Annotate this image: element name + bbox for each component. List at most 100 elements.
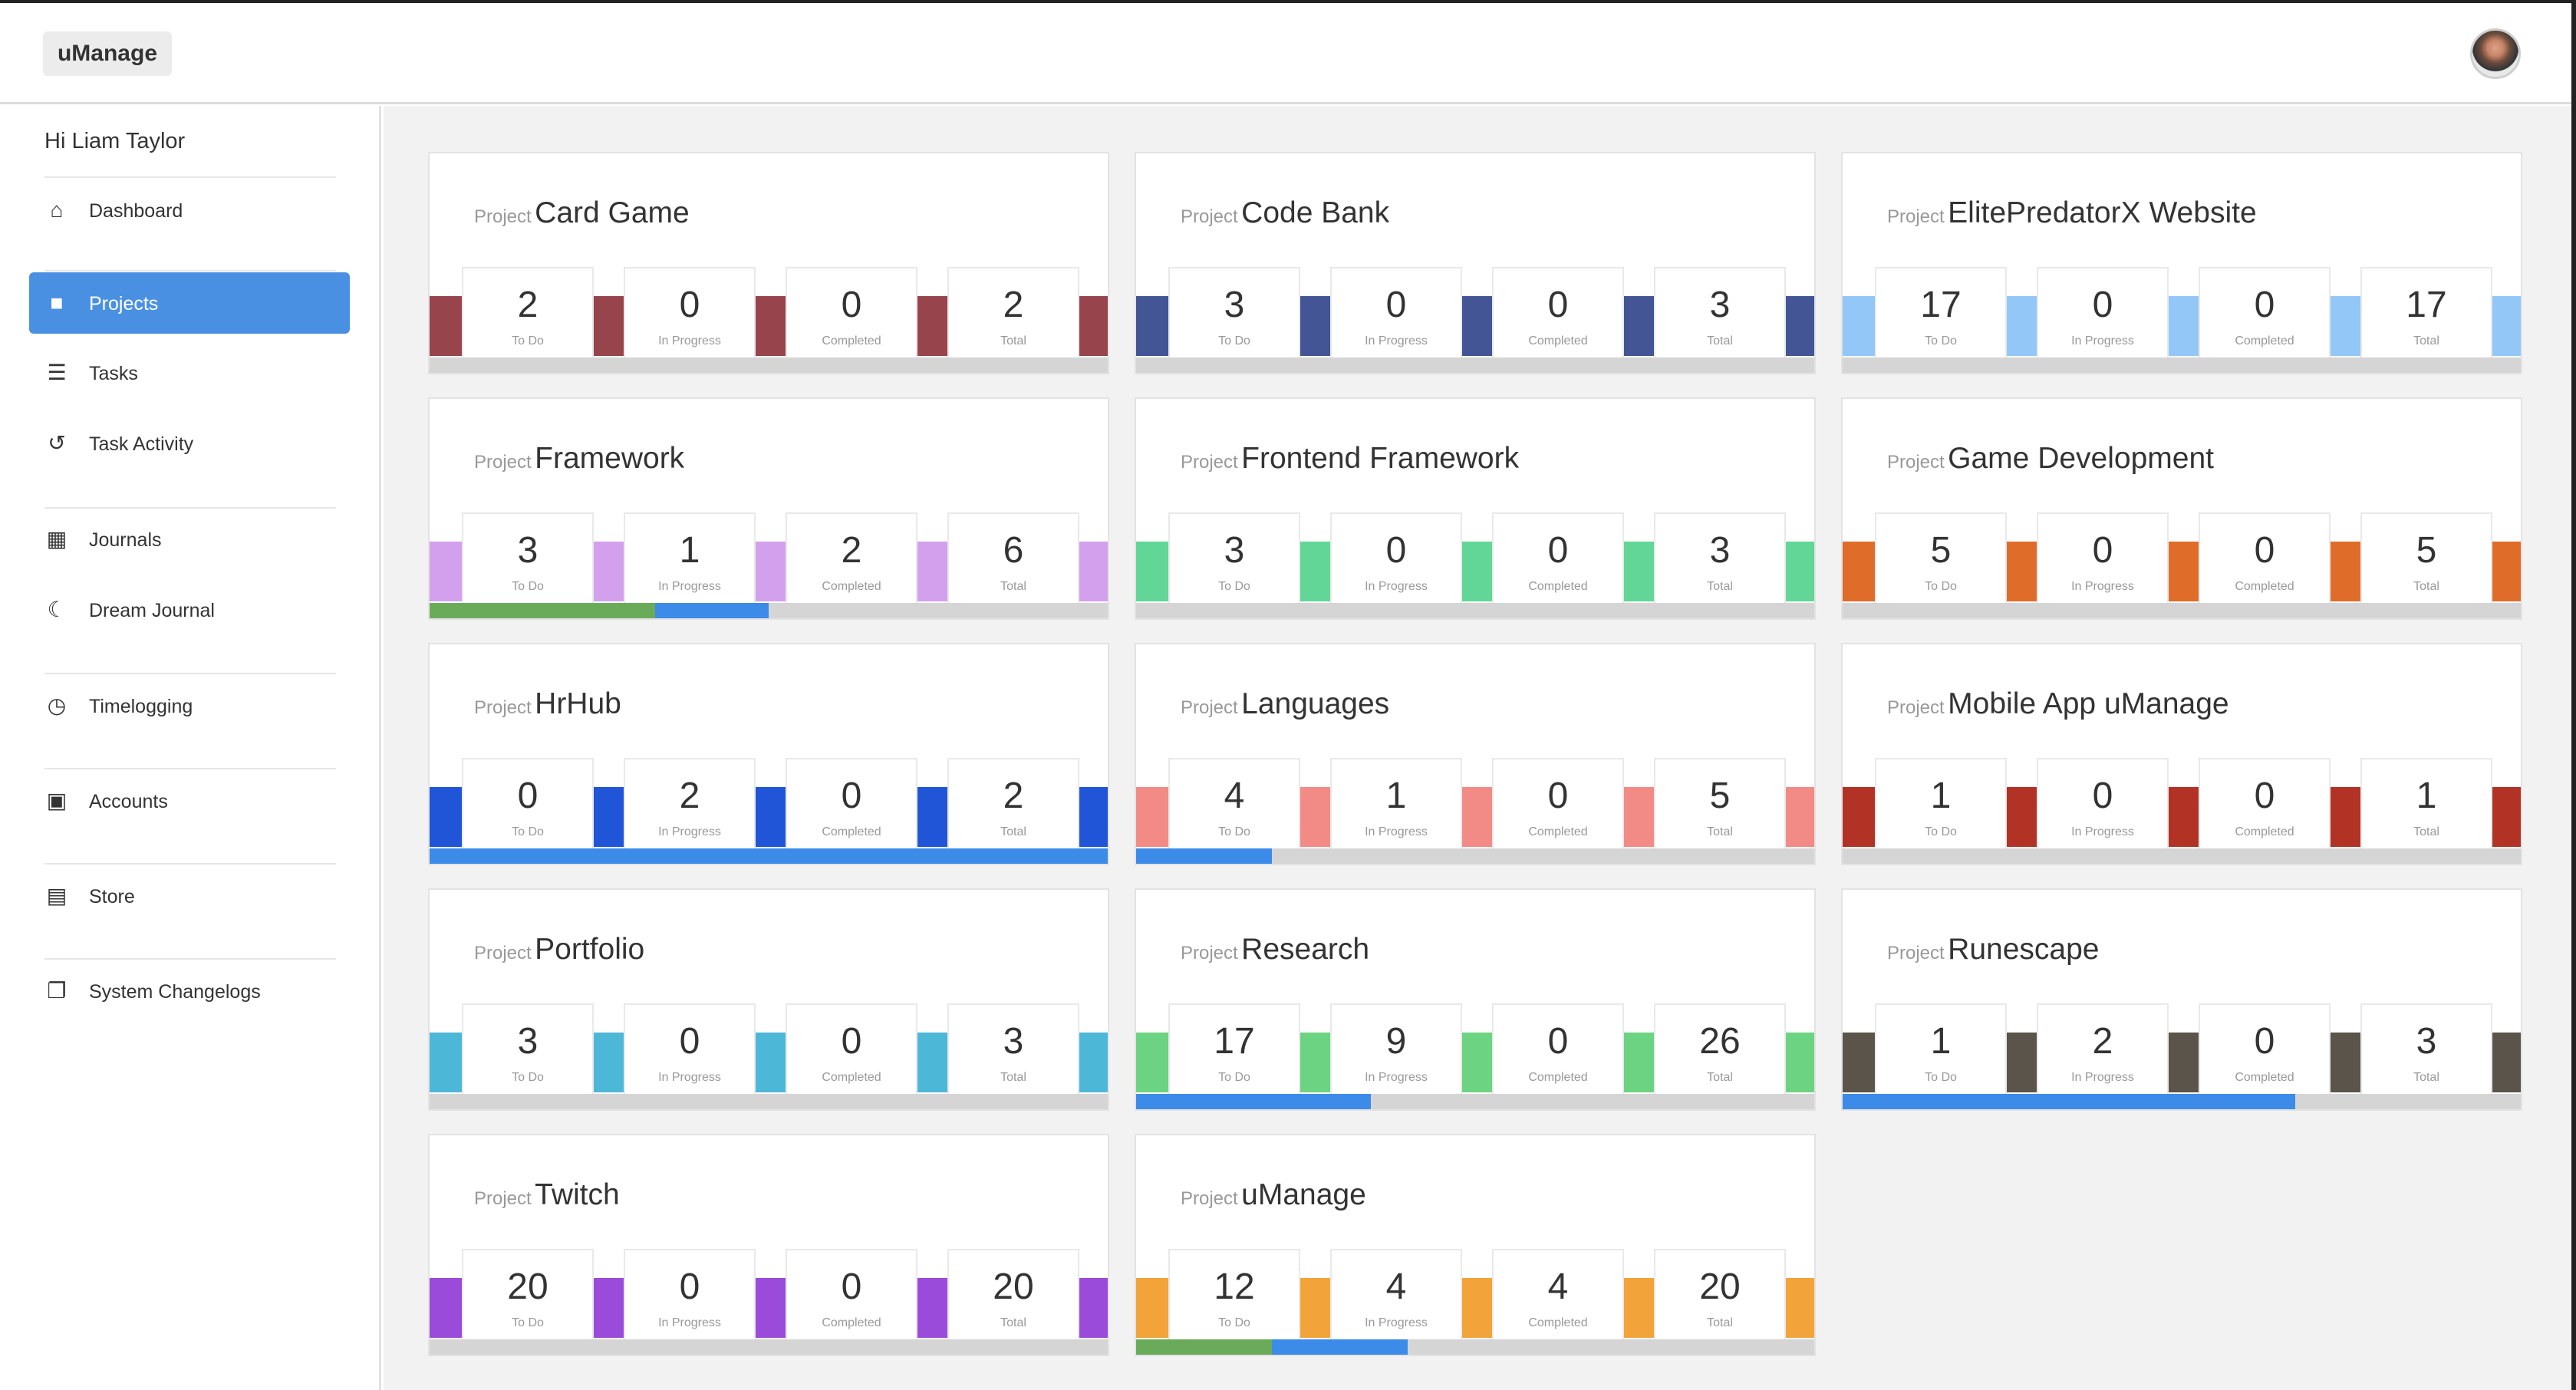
in-progress-label: In Progress [658, 580, 721, 593]
project-name: Frontend Framework [1241, 442, 1520, 475]
project-name: Runescape [1948, 933, 2100, 966]
project-prefix-label: Project [1887, 206, 1945, 227]
sidebar-item-journals[interactable]: ▦ Journals [29, 509, 350, 570]
progress-in-progress-fill [655, 603, 769, 618]
sidebar-item-store[interactable]: ▤ Store [29, 865, 350, 927]
progress-bar [430, 1094, 1108, 1109]
project-card-portfolio[interactable]: Project Portfolio 3 To Do 0 In Progress 0 Comp… [428, 888, 1109, 1111]
project-card-research[interactable]: Project Research 17 To Do 9 In Progress 0 Comp… [1135, 888, 1816, 1111]
completed-label: Completed [1528, 1071, 1588, 1084]
project-title[interactable]: Project Frontend Framework [1181, 442, 1519, 476]
progress-bar [1843, 603, 2521, 618]
project-title[interactable]: Project Framework [474, 442, 684, 476]
in-progress-label: In Progress [658, 334, 721, 348]
total-label: Total [1000, 580, 1026, 593]
sidebar-item-dashboard[interactable]: ⌂ Dashboard [29, 180, 350, 241]
in-progress-label: In Progress [2071, 825, 2134, 838]
project-name: Languages [1241, 687, 1390, 720]
sidebar-divider [44, 176, 336, 178]
progress-bar [1136, 1339, 1814, 1355]
todo-label: To Do [1925, 1071, 1957, 1084]
total-count: 6 [1003, 530, 1024, 571]
user-avatar[interactable] [2470, 28, 2521, 79]
todo-count: 3 [1224, 530, 1245, 571]
completed-label: Completed [822, 334, 881, 348]
sidebar-item-timelogging[interactable]: ◷ Timelogging [29, 675, 350, 736]
sidebar-item-tasks[interactable]: ☰ Tasks [29, 342, 350, 403]
in-progress-label: In Progress [1365, 825, 1428, 838]
project-card-mobile-app-umanage[interactable]: Project Mobile App uManage 1 To Do 0 In Prog… [1841, 643, 2522, 865]
sidebar-item-dream-journal[interactable]: ☾ Dream Journal [29, 579, 350, 641]
project-card-framework[interactable]: Project Framework 3 To Do 1 In Progress 2 Comp… [428, 397, 1109, 620]
completed-count: 0 [1547, 776, 1569, 816]
total-count-box: 17 Total [2360, 267, 2492, 357]
completed-label: Completed [1528, 334, 1588, 348]
in-progress-count: 0 [2092, 285, 2113, 325]
total-count: 3 [1003, 1021, 1024, 1062]
project-prefix-label: Project [474, 452, 532, 473]
in-progress-count: 2 [679, 776, 700, 816]
project-card-umanage[interactable]: Project uManage 12 To Do 4 In Progress 4 Compl… [1135, 1134, 1816, 1356]
progress-bar [1136, 1094, 1814, 1109]
total-count: 2 [1003, 285, 1024, 325]
progress-bar [430, 1339, 1108, 1355]
completed-count-box: 4 Completed [1492, 1249, 1624, 1339]
project-prefix-label: Project [1887, 697, 1945, 718]
total-label: Total [2413, 334, 2439, 348]
todo-count-box: 0 To Do [462, 758, 594, 848]
clock-icon: ◷ [47, 693, 67, 717]
completed-count: 4 [1547, 1266, 1569, 1307]
project-card-card-game[interactable]: Project Card Game 2 To Do 0 In Progress 0 Comp… [428, 152, 1109, 374]
project-prefix-label: Project [474, 1188, 532, 1209]
project-title[interactable]: Project Research [1181, 933, 1369, 967]
todo-label: To Do [1218, 580, 1250, 593]
brand-logo-button[interactable]: uManage [43, 31, 172, 76]
project-title[interactable]: Project uManage [1181, 1178, 1366, 1212]
total-count: 26 [1699, 1021, 1741, 1062]
sidebar-item-label: Dream Journal [89, 600, 215, 621]
sidebar-item-projects[interactable]: ■ Projects [29, 272, 350, 334]
completed-count: 0 [1547, 1021, 1569, 1062]
project-title[interactable]: Project Game Development [1887, 442, 2214, 476]
project-card-game-development[interactable]: Project Game Development 5 To Do 0 In Progre… [1841, 397, 2522, 620]
total-count-box: 3 Total [1654, 512, 1786, 603]
progress-bar [1136, 357, 1814, 373]
project-title[interactable]: Project Twitch [474, 1178, 620, 1212]
projects-icon: ■ [50, 291, 64, 315]
todo-count-box: 4 To Do [1168, 758, 1300, 848]
project-title[interactable]: Project Languages [1181, 687, 1389, 721]
sidebar-item-accounts[interactable]: ▣ Accounts [29, 770, 350, 832]
sidebar-item-task-activity[interactable]: ↺ Task Activity [29, 413, 350, 474]
total-count-box: 20 Total [947, 1249, 1079, 1339]
in-progress-count: 0 [679, 1266, 700, 1307]
project-title[interactable]: Project Runescape [1887, 933, 2099, 967]
project-title[interactable]: Project Code Bank [1181, 196, 1389, 230]
project-card-runescape[interactable]: Project Runescape 1 To Do 2 In Progress 0 Comp… [1841, 888, 2522, 1111]
total-label: Total [2413, 825, 2439, 838]
completed-count-box: 0 Completed [786, 758, 917, 848]
project-title[interactable]: Project HrHub [474, 687, 621, 721]
sidebar-item-system-changelogs[interactable]: ❐ System Changelogs [29, 960, 350, 1022]
project-card-hrhub[interactable]: Project HrHub 0 To Do 2 In Progress 0 Complete… [428, 643, 1109, 865]
project-card-frontend-framework[interactable]: Project Frontend Framework 3 To Do 0 In Prog… [1135, 397, 1816, 620]
todo-count-box: 17 To Do [1875, 267, 2007, 357]
in-progress-count: 0 [679, 1021, 700, 1062]
project-title[interactable]: Project ElitePredatorX Website [1887, 196, 2257, 230]
total-count-box: 26 Total [1654, 1003, 1786, 1094]
total-count: 3 [2416, 1021, 2437, 1062]
in-progress-count-box: 0 In Progress [1330, 267, 1462, 357]
project-title[interactable]: Project Mobile App uManage [1887, 687, 2229, 721]
project-name: uManage [1241, 1178, 1366, 1211]
sidebar-item-label: Accounts [89, 791, 168, 812]
project-card-languages[interactable]: Project Languages 4 To Do 1 In Progress 0 Comp… [1135, 643, 1816, 865]
project-card-twitch[interactable]: Project Twitch 20 To Do 0 In Progress 0 Comple… [428, 1134, 1109, 1356]
project-card-elitepredatorx-website[interactable]: Project ElitePredatorX Website 17 To Do 0 In… [1841, 152, 2522, 374]
progress-bar [1843, 1094, 2521, 1109]
in-progress-label: In Progress [2071, 334, 2134, 348]
in-progress-count-box: 1 In Progress [1330, 758, 1462, 848]
user-greeting: Hi Liam Taylor [44, 129, 186, 153]
todo-count: 3 [517, 1021, 539, 1062]
project-title[interactable]: Project Card Game [474, 196, 690, 230]
project-card-code-bank[interactable]: Project Code Bank 3 To Do 0 In Progress 0 Comp… [1135, 152, 1816, 374]
project-title[interactable]: Project Portfolio [474, 933, 644, 967]
